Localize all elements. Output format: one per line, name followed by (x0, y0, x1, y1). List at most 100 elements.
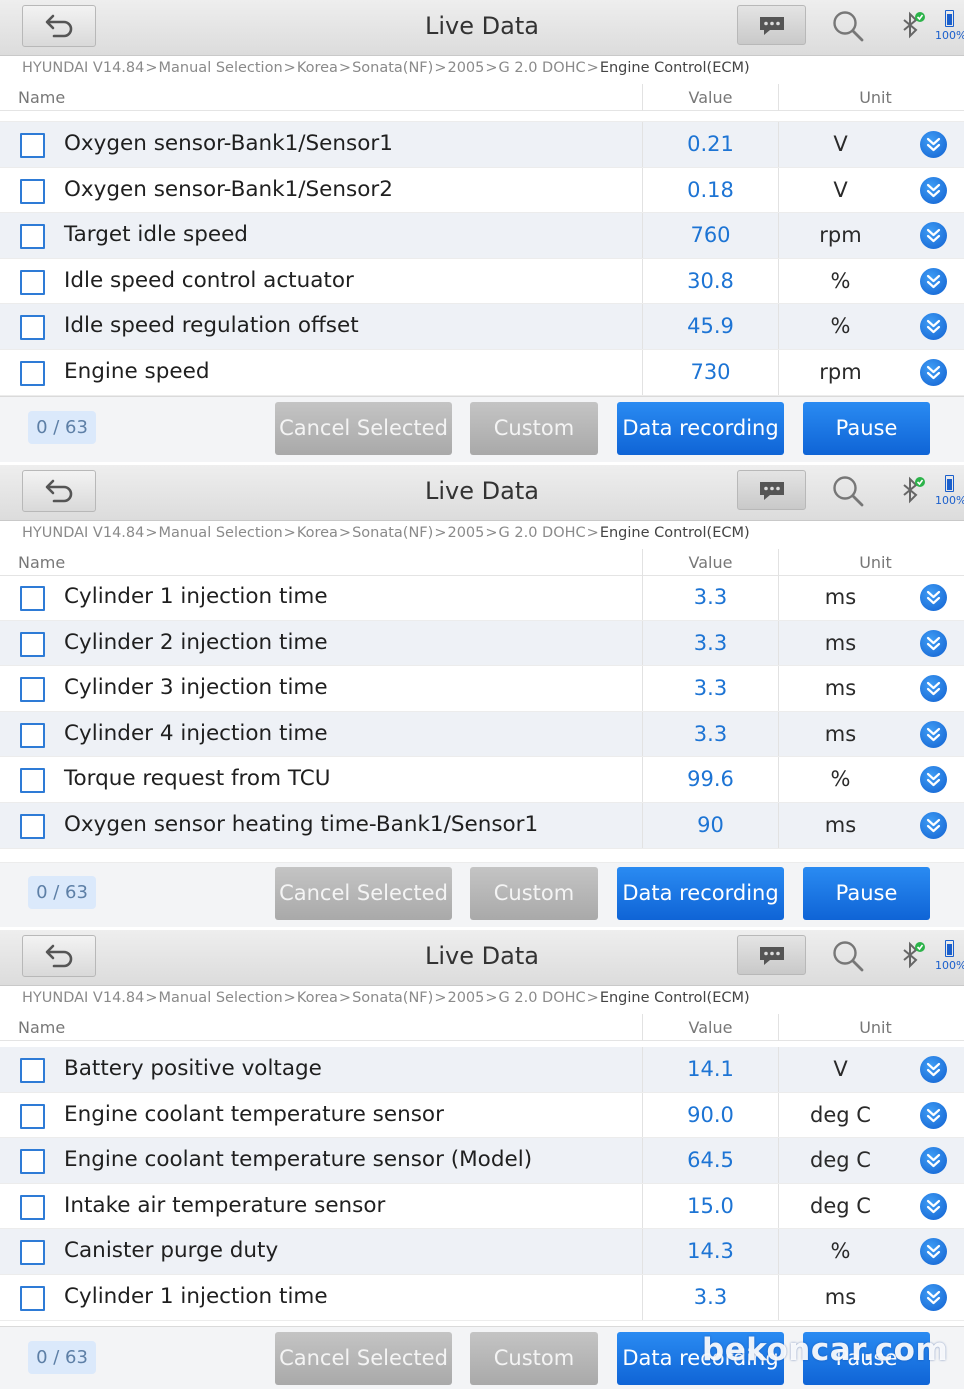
pause-button[interactable]: Pause (803, 1332, 930, 1385)
breadcrumb-item[interactable]: Sonata(NF) (352, 990, 433, 1006)
expand-button[interactable] (920, 358, 947, 386)
cancel-selected-button[interactable]: Cancel Selected (275, 402, 452, 455)
back-button[interactable] (22, 470, 96, 512)
breadcrumb-item[interactable]: 2005 (447, 525, 484, 541)
row-checkbox[interactable] (20, 768, 45, 794)
breadcrumb-item[interactable]: Sonata(NF) (352, 525, 433, 541)
expand-button[interactable] (920, 629, 947, 657)
row-checkbox[interactable] (20, 1149, 45, 1175)
message-button[interactable] (737, 5, 806, 45)
breadcrumb-item[interactable]: G 2.0 DOHC (499, 525, 586, 541)
breadcrumb-item[interactable]: Engine Control(ECM) (600, 990, 750, 1006)
row-checkbox[interactable] (20, 586, 45, 611)
search-icon[interactable] (830, 938, 866, 974)
breadcrumb-item[interactable]: Manual Selection (159, 990, 283, 1006)
breadcrumb-item[interactable]: HYUNDAI V14.84 (22, 60, 144, 76)
row-checkbox[interactable] (20, 1103, 45, 1129)
data-row[interactable]: Cylinder 1 injection time 3.3 ms (0, 575, 964, 621)
breadcrumb-item[interactable]: Korea (297, 990, 338, 1006)
message-button[interactable] (737, 935, 806, 975)
expand-button[interactable] (920, 222, 947, 250)
parameter-value: 3.3 (693, 585, 728, 609)
breadcrumb-item[interactable]: Korea (297, 60, 338, 76)
data-row[interactable]: Engine coolant temperature sensor (Model… (0, 1138, 964, 1184)
breadcrumb-item[interactable]: Engine Control(ECM) (600, 60, 750, 76)
data-row[interactable]: Canister purge duty 14.3 % (0, 1229, 964, 1275)
data-row[interactable]: Target idle speed 760 rpm (0, 213, 964, 259)
back-button[interactable] (22, 935, 96, 977)
expand-button[interactable] (920, 766, 947, 794)
data-recording-button[interactable]: Data recording (617, 1332, 784, 1385)
data-row[interactable]: Engine coolant temperature sensor 90.0 d… (0, 1092, 964, 1139)
breadcrumb-item[interactable]: 2005 (447, 990, 484, 1006)
row-checkbox[interactable] (20, 631, 45, 657)
breadcrumb-item[interactable]: G 2.0 DOHC (499, 990, 586, 1006)
breadcrumb-item[interactable]: G 2.0 DOHC (499, 60, 586, 76)
data-row[interactable]: Idle speed regulation offset 45.9 % (0, 304, 964, 350)
data-recording-button[interactable]: Data recording (617, 867, 784, 920)
breadcrumb-item[interactable]: 2005 (447, 60, 484, 76)
expand-button[interactable] (920, 584, 947, 611)
breadcrumb-item[interactable]: HYUNDAI V14.84 (22, 525, 144, 541)
expand-button[interactable] (920, 1283, 947, 1311)
breadcrumb-item[interactable]: Manual Selection (159, 525, 283, 541)
data-row[interactable]: Oxygen sensor heating time-Bank1/Sensor1… (0, 802, 964, 849)
expand-button[interactable] (920, 313, 947, 341)
pause-button[interactable]: Pause (803, 402, 930, 455)
search-icon[interactable] (830, 8, 866, 44)
expand-button[interactable] (920, 1147, 947, 1175)
expand-button[interactable] (920, 811, 947, 839)
search-icon[interactable] (830, 473, 866, 509)
custom-button[interactable]: Custom (470, 1332, 598, 1385)
expand-button[interactable] (920, 1192, 947, 1220)
data-row[interactable]: Cylinder 2 injection time 3.3 ms (0, 620, 964, 667)
breadcrumb-item[interactable]: Manual Selection (159, 60, 283, 76)
row-checkbox[interactable] (20, 178, 45, 204)
data-row[interactable]: Idle speed control actuator 30.8 % (0, 258, 964, 305)
custom-button[interactable]: Custom (470, 867, 598, 920)
data-row[interactable]: Oxygen sensor-Bank1/Sensor1 0.21 V (0, 122, 964, 168)
cancel-selected-button[interactable]: Cancel Selected (275, 867, 452, 920)
row-checkbox[interactable] (20, 1058, 45, 1083)
back-button[interactable] (22, 5, 96, 47)
row-checkbox[interactable] (20, 1285, 45, 1311)
row-checkbox[interactable] (20, 224, 45, 250)
data-row[interactable]: Cylinder 1 injection time 3.3 ms (0, 1274, 964, 1321)
data-row[interactable]: Battery positive voltage 14.1 V (0, 1047, 964, 1093)
data-row[interactable]: Oxygen sensor-Bank1/Sensor2 0.18 V (0, 167, 964, 214)
row-checkbox[interactable] (20, 1240, 45, 1266)
data-row[interactable]: Cylinder 4 injection time 3.3 ms (0, 711, 964, 758)
expand-button[interactable] (920, 1238, 947, 1266)
breadcrumb-item[interactable]: Korea (297, 525, 338, 541)
custom-button[interactable]: Custom (470, 402, 598, 455)
live-data-list[interactable]: Battery positive voltage 14.1 V Engine c… (0, 1047, 964, 1321)
row-checkbox[interactable] (20, 133, 45, 158)
data-row[interactable]: Engine speed 730 rpm (0, 349, 964, 396)
expand-button[interactable] (920, 176, 947, 204)
data-row[interactable]: Intake air temperature sensor 15.0 deg C (0, 1183, 964, 1230)
expand-button[interactable] (920, 1056, 947, 1083)
message-button[interactable] (737, 470, 806, 510)
row-checkbox[interactable] (20, 360, 45, 386)
expand-button[interactable] (920, 1101, 947, 1129)
row-checkbox[interactable] (20, 269, 45, 295)
row-checkbox[interactable] (20, 315, 45, 341)
data-recording-button[interactable]: Data recording (617, 402, 784, 455)
expand-button[interactable] (920, 267, 947, 295)
live-data-list[interactable]: Oxygen sensor-Bank1/Sensor1 0.21 V Oxyge… (0, 122, 964, 396)
live-data-list[interactable]: Cylinder 1 injection time 3.3 ms Cylinde… (0, 575, 964, 849)
expand-button[interactable] (920, 720, 947, 748)
row-checkbox[interactable] (20, 722, 45, 748)
data-row[interactable]: Cylinder 3 injection time 3.3 ms (0, 666, 964, 712)
expand-button[interactable] (920, 131, 947, 158)
row-checkbox[interactable] (20, 813, 45, 839)
row-checkbox[interactable] (20, 677, 45, 703)
breadcrumb-item[interactable]: Sonata(NF) (352, 60, 433, 76)
row-checkbox[interactable] (20, 1194, 45, 1220)
expand-button[interactable] (920, 675, 947, 703)
breadcrumb-item[interactable]: Engine Control(ECM) (600, 525, 750, 541)
breadcrumb-item[interactable]: HYUNDAI V14.84 (22, 990, 144, 1006)
cancel-selected-button[interactable]: Cancel Selected (275, 1332, 452, 1385)
data-row[interactable]: Torque request from TCU 99.6 % (0, 757, 964, 803)
pause-button[interactable]: Pause (803, 867, 930, 920)
